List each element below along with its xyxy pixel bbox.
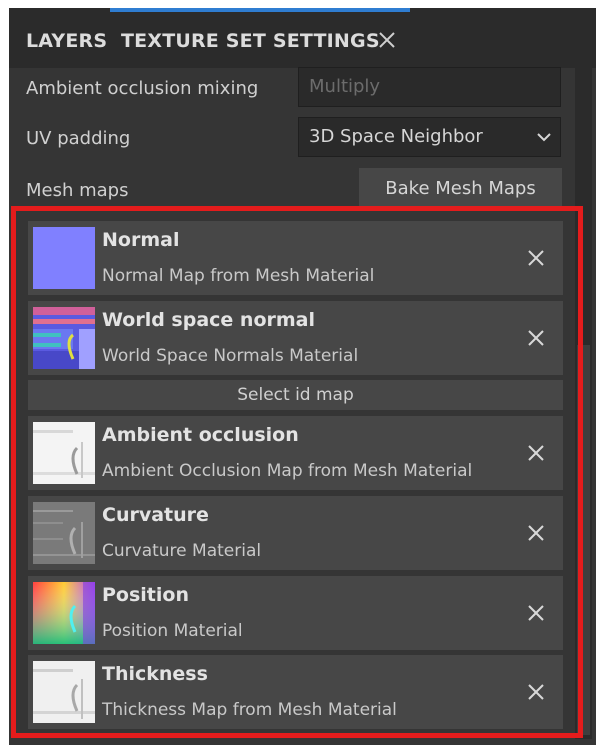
ao-mixing-label: Ambient occlusion mixing	[26, 78, 259, 99]
highlight-box	[11, 206, 583, 738]
tab-texture-set-settings[interactable]: TEXTURE SET SETTINGS	[121, 30, 380, 52]
ao-mixing-value: Multiply	[309, 76, 381, 97]
chevron-down-icon	[537, 133, 551, 142]
active-tab-indicator	[110, 8, 410, 12]
ao-mixing-dropdown[interactable]: Multiply	[298, 67, 561, 107]
uv-padding-value: 3D Space Neighbor	[309, 126, 483, 147]
close-icon[interactable]	[375, 28, 399, 52]
uv-padding-label: UV padding	[26, 128, 131, 149]
uv-padding-dropdown[interactable]: 3D Space Neighbor	[298, 117, 561, 157]
panel-tab-bar: LAYERS TEXTURE SET SETTINGS	[9, 8, 596, 68]
bake-mesh-maps-button[interactable]: Bake Mesh Maps	[359, 168, 562, 210]
mesh-maps-label: Mesh maps	[26, 180, 129, 201]
tab-layers[interactable]: LAYERS	[26, 30, 107, 52]
